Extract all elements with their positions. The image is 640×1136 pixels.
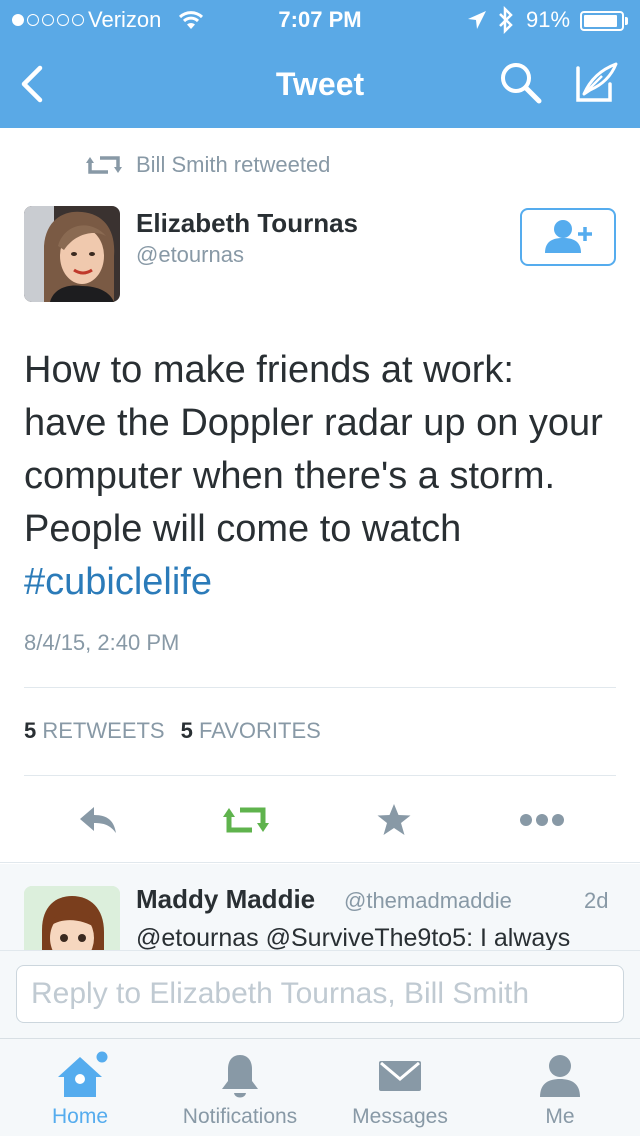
- more-icon: [520, 814, 564, 826]
- battery-percent: 91%: [526, 7, 571, 32]
- battery-tip: [625, 17, 628, 25]
- reply-avatar[interactable]: [24, 886, 120, 950]
- favorites-count: 5: [180, 718, 193, 743]
- follow-button[interactable]: [520, 208, 616, 266]
- top-bar: Verizon 7:07 PM 91% Tweet: [0, 0, 640, 128]
- person-icon: [480, 1051, 640, 1101]
- reply-icon: [80, 807, 116, 833]
- reply-button[interactable]: [68, 792, 128, 848]
- favorite-icon: [377, 804, 411, 835]
- battery-icon: [580, 11, 624, 31]
- home-icon: [0, 1051, 160, 1101]
- tweet-text-line: computer when there's a storm.: [24, 455, 556, 497]
- retweet-context[interactable]: Bill Smith retweeted: [86, 152, 330, 178]
- author-avatar[interactable]: [24, 206, 120, 302]
- tweet-text-line: People will come to watch: [24, 508, 462, 550]
- retweet-icon: [86, 156, 122, 174]
- tweet-stats: 5 RETWEETS 5 FAVORITES: [24, 718, 321, 744]
- page-title: Tweet: [275, 66, 365, 102]
- bluetooth-icon: [496, 5, 516, 40]
- tab-label-notifications: Notifications: [182, 1105, 298, 1128]
- tweet-text-line: How to make friends at work:: [24, 349, 514, 391]
- author-name[interactable]: Elizabeth Tournas: [136, 208, 358, 239]
- favorite-button[interactable]: [364, 792, 424, 848]
- reply-author-name[interactable]: Maddy Maddie: [136, 884, 315, 915]
- retweet-button[interactable]: [216, 792, 276, 848]
- status-bar: Verizon 7:07 PM 91%: [0, 0, 640, 40]
- compose-icon: [576, 62, 618, 102]
- tab-messages[interactable]: Messages: [320, 1039, 480, 1136]
- compose-button[interactable]: [572, 60, 620, 111]
- reply-author-handle[interactable]: @themadmaddie: [344, 888, 512, 914]
- divider: [24, 687, 616, 688]
- location-icon: [466, 9, 488, 37]
- divider: [0, 862, 640, 863]
- envelope-icon: [320, 1051, 480, 1101]
- divider: [24, 775, 616, 776]
- tweet-actions: [0, 792, 640, 848]
- bell-icon: [160, 1051, 320, 1101]
- tab-home[interactable]: Home: [0, 1039, 160, 1136]
- search-icon: [501, 63, 542, 104]
- tab-me[interactable]: Me: [480, 1039, 640, 1136]
- retweet-icon: [223, 807, 269, 833]
- retweets-stat[interactable]: 5 RETWEETS: [24, 718, 165, 744]
- reply-text: @etournas @SurviveThe9to5: I always: [136, 924, 571, 950]
- search-button[interactable]: [498, 60, 544, 111]
- tab-bar: Home Notifications Messages Me: [0, 1038, 640, 1136]
- favorites-stat[interactable]: 5 FAVORITES: [181, 718, 321, 744]
- battery-level: [584, 15, 617, 27]
- tweet-text: How to make friends at work: have the Do…: [24, 344, 624, 609]
- reply-time: 2d: [584, 888, 609, 913]
- tab-label-me: Me: [545, 1105, 575, 1128]
- tweet-timestamp: 8/4/15, 2:40 PM: [24, 630, 180, 655]
- reply-composer: [0, 950, 640, 1038]
- tab-notifications[interactable]: Notifications: [160, 1039, 320, 1136]
- retweeted-by-label: Bill Smith retweeted: [136, 152, 331, 177]
- add-user-icon: [545, 220, 592, 253]
- tab-label-messages: Messages: [352, 1105, 448, 1128]
- tweet-text-line: have the Doppler radar up on your: [24, 402, 603, 444]
- author-handle[interactable]: @etournas: [136, 242, 244, 268]
- reply-input[interactable]: [16, 965, 624, 1023]
- tab-label-home: Home: [51, 1105, 109, 1128]
- retweets-label: RETWEETS: [42, 718, 165, 743]
- hashtag-link[interactable]: #cubiclelife: [24, 556, 624, 609]
- reply-tweet[interactable]: Maddy Maddie @themadmaddie 2d @etournas …: [0, 864, 640, 950]
- retweets-count: 5: [24, 718, 37, 743]
- more-button[interactable]: [512, 792, 572, 848]
- favorites-label: FAVORITES: [198, 718, 321, 743]
